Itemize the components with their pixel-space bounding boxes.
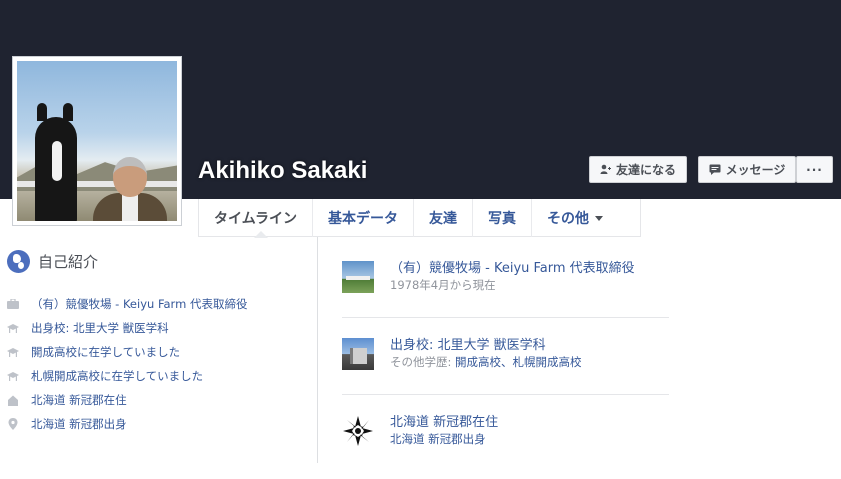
photo-person-head xyxy=(113,157,147,197)
map-pin-icon xyxy=(7,418,19,430)
tab-more-label: その他 xyxy=(547,211,590,227)
school-thumbnail[interactable] xyxy=(342,338,374,370)
message-label: メッセージ xyxy=(725,163,786,177)
tab-timeline[interactable]: タイムライン xyxy=(199,199,314,238)
add-friend-icon xyxy=(600,164,611,175)
message-button[interactable]: メッセージ xyxy=(698,156,796,183)
intro-header: 自己紹介 xyxy=(7,250,98,273)
tab-about[interactable]: 基本データ xyxy=(313,199,415,237)
more-label: ··· xyxy=(806,162,823,177)
intro-item-education[interactable]: 札幌開成高校に在学していました xyxy=(7,364,247,388)
profile-nav-tabs: タイムライン 基本データ 友達 写真 その他 xyxy=(198,199,641,238)
photo-person-body xyxy=(93,193,167,221)
chevron-down-icon xyxy=(595,215,604,221)
add-friend-label: 友達になる xyxy=(615,163,676,177)
intro-item-label: 出身校: 北里大学 獣医学科 xyxy=(31,321,169,335)
photo-horse xyxy=(35,103,77,221)
intro-list: （有）競優牧場 - Keiyu Farm 代表取締役 出身校: 北里大学 獣医学… xyxy=(7,292,247,436)
about-divider xyxy=(342,394,669,395)
about-education-title[interactable]: 出身校: 北里大学 獣医学科 xyxy=(390,338,582,354)
tab-friends[interactable]: 友達 xyxy=(414,199,474,237)
intro-item-label: 札幌開成高校に在学していました xyxy=(31,369,204,383)
intro-item-work[interactable]: （有）競優牧場 - Keiyu Farm 代表取締役 xyxy=(7,292,247,316)
tab-about-label: 基本データ xyxy=(328,211,399,227)
column-divider xyxy=(317,237,318,463)
intro-title: 自己紹介 xyxy=(38,253,99,271)
about-places-row: 北海道 新冠郡在住 北海道 新冠郡出身 xyxy=(342,415,498,448)
graduation-cap-icon xyxy=(7,346,19,358)
about-divider xyxy=(342,317,669,318)
about-places-title[interactable]: 北海道 新冠郡在住 xyxy=(390,415,498,431)
intro-item-education[interactable]: 出身校: 北里大学 獣医学科 xyxy=(7,316,247,340)
town-emblem-icon[interactable] xyxy=(342,415,374,447)
about-work-sub: 1978年4月から現在 xyxy=(390,278,496,292)
tab-photos-label: 写真 xyxy=(488,211,517,227)
about-education-sub-prefix: その他学歴: xyxy=(390,355,456,369)
about-education-row: 出身校: 北里大学 獣医学科 その他学歴: 開成高校、札幌開成高校 xyxy=(342,338,582,371)
globe-icon xyxy=(7,250,30,273)
briefcase-icon xyxy=(7,298,19,310)
intro-item-hometown[interactable]: 北海道 新冠郡出身 xyxy=(7,412,247,436)
profile-photo-image xyxy=(17,61,177,221)
graduation-cap-icon xyxy=(7,370,19,382)
about-hometown-link[interactable]: 北海道 新冠郡出身 xyxy=(390,432,486,446)
tab-friends-label: 友達 xyxy=(429,211,458,227)
intro-item-label: （有）競優牧場 - Keiyu Farm 代表取締役 xyxy=(31,297,248,311)
profile-picture[interactable] xyxy=(12,56,182,226)
about-education-links[interactable]: 開成高校、札幌開成高校 xyxy=(455,355,582,369)
intro-item-current-city[interactable]: 北海道 新冠郡在住 xyxy=(7,388,247,412)
tab-photos[interactable]: 写真 xyxy=(473,199,533,237)
intro-item-label: 北海道 新冠郡在住 xyxy=(31,393,127,407)
graduation-cap-icon xyxy=(7,322,19,334)
about-places-sub: 北海道 新冠郡出身 xyxy=(390,431,498,448)
tab-timeline-label: タイムライン xyxy=(214,211,298,227)
about-education-sub: その他学歴: 開成高校、札幌開成高校 xyxy=(390,354,582,371)
intro-item-label: 北海道 新冠郡出身 xyxy=(31,417,127,431)
intro-item-label: 開成高校に在学していました xyxy=(31,345,181,359)
house-icon xyxy=(7,394,19,406)
profile-name[interactable]: Akihiko Sakaki xyxy=(198,157,367,185)
tab-more[interactable]: その他 xyxy=(532,199,618,237)
about-work-row: （有）競優牧場 - Keiyu Farm 代表取締役 1978年4月から現在 xyxy=(342,261,635,294)
about-work-title[interactable]: （有）競優牧場 - Keiyu Farm 代表取締役 xyxy=(390,261,635,277)
add-friend-button[interactable]: 友達になる xyxy=(589,156,687,183)
intro-item-education[interactable]: 開成高校に在学していました xyxy=(7,340,247,364)
message-icon xyxy=(709,164,721,175)
more-options-button[interactable]: ··· xyxy=(796,156,833,183)
farm-thumbnail[interactable] xyxy=(342,261,374,293)
